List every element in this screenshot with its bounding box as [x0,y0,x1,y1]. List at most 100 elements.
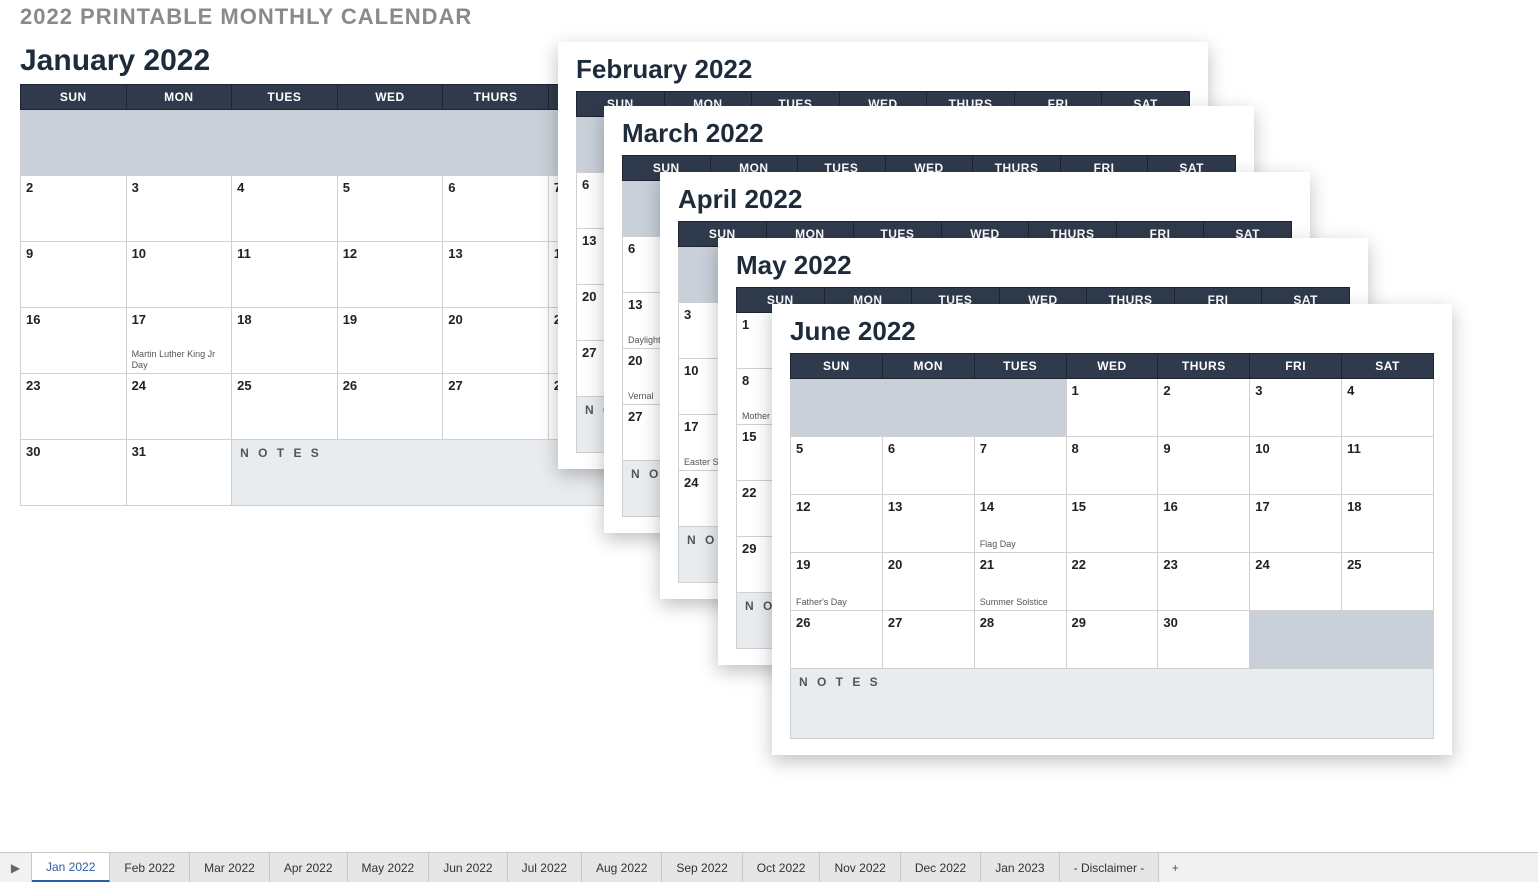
calendar-cell[interactable] [1342,611,1434,669]
month-title-may: May 2022 [736,250,1350,281]
calendar-cell[interactable]: 28 [974,611,1066,669]
calendar-cell[interactable]: 12 [337,242,443,308]
sheet-tab-bar: ▶ Jan 2022Feb 2022Mar 2022Apr 2022May 20… [0,852,1538,882]
sheet-tab[interactable]: May 2022 [348,853,430,882]
calendar-cell[interactable]: 27 [443,374,549,440]
calendar-cell[interactable]: 24 [1250,553,1342,611]
sheet-tab[interactable]: Jan 2022 [32,853,110,882]
page-title: 2022 PRINTABLE MONTHLY CALENDAR [0,0,1538,30]
day-number: 24 [1255,557,1336,572]
day-number: 5 [343,180,438,195]
calendar-cell[interactable]: 3 [126,176,232,242]
calendar-cell[interactable]: 26 [791,611,883,669]
day-number: 28 [980,615,1061,630]
calendar-cell[interactable]: 12 [791,495,883,553]
notes-cell[interactable]: N O T E S [791,669,1434,739]
calendar-cell[interactable]: 6 [882,437,974,495]
calendar-cell[interactable]: 18 [232,308,338,374]
calendar-cell[interactable]: 25 [1342,553,1434,611]
sheet-tab[interactable]: Oct 2022 [743,853,821,882]
sheet-tab[interactable]: Mar 2022 [190,853,270,882]
sheet-tab[interactable]: Sep 2022 [662,853,742,882]
day-number: 20 [888,557,969,572]
calendar-cell[interactable] [126,110,232,176]
day-header: SUN [791,354,883,379]
calendar-cell[interactable]: 9 [1158,437,1250,495]
calendar-cell[interactable]: 8 [1066,437,1158,495]
calendar-cell[interactable]: 19Father's Day [791,553,883,611]
calendar-cell[interactable]: 5 [337,176,443,242]
calendar-cell[interactable]: 11 [1342,437,1434,495]
calendar-cell[interactable] [974,379,1066,437]
day-header: MON [882,354,974,379]
day-number: 11 [1347,441,1428,456]
calendar-cell[interactable]: 30 [21,440,127,506]
calendar-cell[interactable]: 16 [21,308,127,374]
calendar-cell[interactable]: 14Flag Day [974,495,1066,553]
day-number: 5 [796,441,877,456]
calendar-cell[interactable] [882,379,974,437]
calendar-cell[interactable] [232,110,338,176]
calendar-cell[interactable]: 3 [1250,379,1342,437]
calendar-cell[interactable]: 17 [1250,495,1342,553]
calendar-cell[interactable]: 26 [337,374,443,440]
calendar-cell[interactable]: 18 [1342,495,1434,553]
add-sheet-button[interactable]: + [1159,853,1191,882]
calendar-cell[interactable]: 11 [232,242,338,308]
calendar-cell[interactable]: 27 [882,611,974,669]
tab-nav-button[interactable]: ▶ [0,853,32,882]
day-number: 19 [343,312,438,327]
sheet-tab[interactable]: Dec 2022 [901,853,981,882]
calendar-cell[interactable]: 2 [1158,379,1250,437]
calendar-cell[interactable]: 2 [21,176,127,242]
calendar-cell[interactable]: 5 [791,437,883,495]
sheet-tab[interactable]: Feb 2022 [110,853,190,882]
day-number: 25 [1347,557,1428,572]
calendar-cell[interactable]: 20 [882,553,974,611]
day-number: 16 [26,312,121,327]
calendar-cell[interactable]: 6 [443,176,549,242]
sheet-tab[interactable]: Apr 2022 [270,853,348,882]
calendar-grid-june: SUNMONTUESWEDTHURSFRISAT1234567891011121… [790,353,1434,739]
calendar-cell[interactable]: 22 [1066,553,1158,611]
calendar-cell[interactable]: 13 [443,242,549,308]
calendar-cell[interactable]: 4 [1342,379,1434,437]
sheet-tab[interactable]: - Disclaimer - [1060,853,1160,882]
calendar-cell[interactable]: 15 [1066,495,1158,553]
calendar-cell[interactable]: 23 [1158,553,1250,611]
calendar-cell[interactable] [21,110,127,176]
calendar-cell[interactable] [791,379,883,437]
sheet-tab[interactable]: Nov 2022 [820,853,900,882]
calendar-cell[interactable]: 10 [1250,437,1342,495]
calendar-cell[interactable]: 25 [232,374,338,440]
calendar-cell[interactable]: 30 [1158,611,1250,669]
calendar-cell[interactable]: 13 [882,495,974,553]
calendar-cell[interactable] [443,110,549,176]
day-header: TUES [232,85,338,110]
month-title-june: June 2022 [790,316,1434,347]
calendar-cell[interactable]: 16 [1158,495,1250,553]
sheet-tab[interactable]: Jun 2022 [429,853,507,882]
calendar-cell[interactable]: 21Summer Solstice [974,553,1066,611]
calendar-cell[interactable]: 17Martin Luther King Jr Day [126,308,232,374]
calendar-cell[interactable]: 4 [232,176,338,242]
day-number: 14 [980,499,1061,514]
day-number: 18 [1347,499,1428,514]
calendar-cell[interactable] [1250,611,1342,669]
calendar-cell[interactable]: 7 [974,437,1066,495]
calendar-cell[interactable] [337,110,443,176]
day-number: 21 [980,557,1061,572]
calendar-cell[interactable]: 9 [21,242,127,308]
calendar-cell[interactable]: 20 [443,308,549,374]
calendar-cell[interactable]: 19 [337,308,443,374]
calendar-cell[interactable]: 29 [1066,611,1158,669]
sheet-tab[interactable]: Aug 2022 [582,853,662,882]
calendar-cell[interactable]: 10 [126,242,232,308]
sheet-tab[interactable]: Jul 2022 [508,853,582,882]
calendar-cell[interactable]: 1 [1066,379,1158,437]
sheet-tab[interactable]: Jan 2023 [981,853,1059,882]
day-number: 6 [888,441,969,456]
calendar-cell[interactable]: 31 [126,440,232,506]
calendar-cell[interactable]: 23 [21,374,127,440]
calendar-cell[interactable]: 24 [126,374,232,440]
